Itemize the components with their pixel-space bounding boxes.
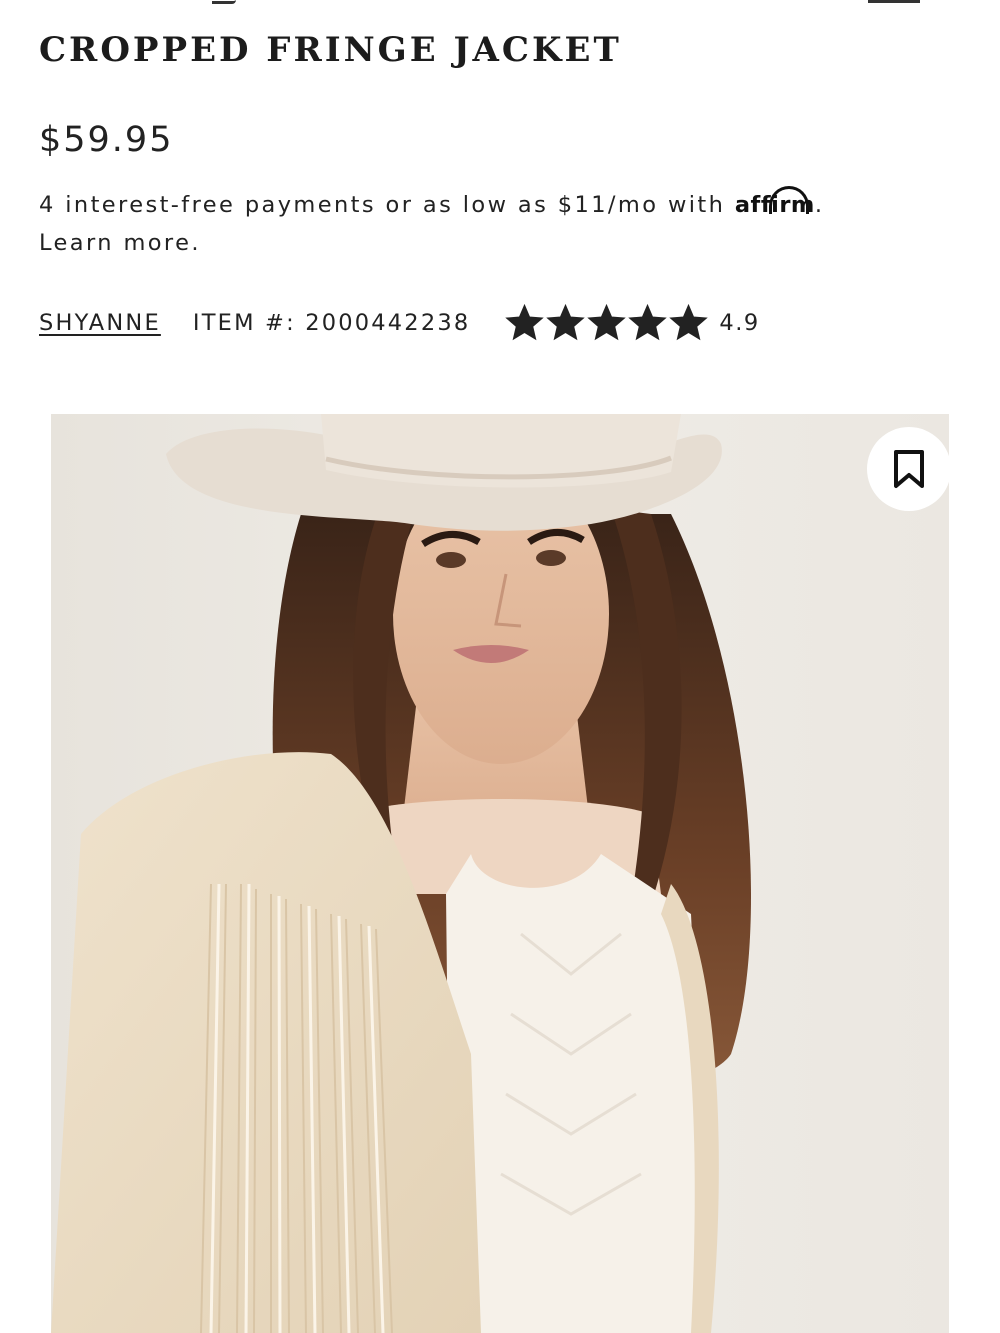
financing-suffix: .	[814, 192, 825, 218]
item-number: ITEM #: 2000442238	[192, 310, 471, 336]
wishlist-button[interactable]	[867, 427, 951, 511]
affirm-logo-arc	[768, 186, 809, 214]
rating-stars	[504, 303, 709, 343]
product-image[interactable]	[51, 414, 949, 1333]
star-icon	[505, 303, 545, 341]
star-icon	[546, 303, 586, 341]
product-price: $59.95	[39, 120, 174, 160]
star-icon	[587, 303, 627, 341]
cropped-header-bar	[868, 0, 920, 3]
bookmark-icon	[894, 450, 924, 488]
product-title: CROPPED FRINGE JACKET	[39, 30, 622, 70]
product-meta-row: SHYANNE ITEM #: 2000442238 4.9	[39, 300, 760, 346]
star-icon	[628, 303, 668, 341]
top-edge-fragment	[0, 0, 1000, 6]
learn-more-link[interactable]: Learn more.	[39, 230, 201, 256]
product-photo	[51, 414, 949, 1333]
cropped-header-mark	[212, 0, 236, 4]
affirm-logo-text: aff	[734, 192, 772, 218]
financing-text: 4 interest-free payments or as low as $1…	[39, 192, 735, 218]
financing-info: 4 interest-free payments or as low as $1…	[39, 186, 939, 262]
rating-value: 4.9	[719, 310, 760, 336]
brand-link[interactable]: SHYANNE	[39, 310, 161, 336]
product-rating[interactable]: 4.9	[504, 303, 759, 343]
star-icon	[669, 303, 709, 341]
affirm-logo: aff irm	[734, 186, 815, 218]
